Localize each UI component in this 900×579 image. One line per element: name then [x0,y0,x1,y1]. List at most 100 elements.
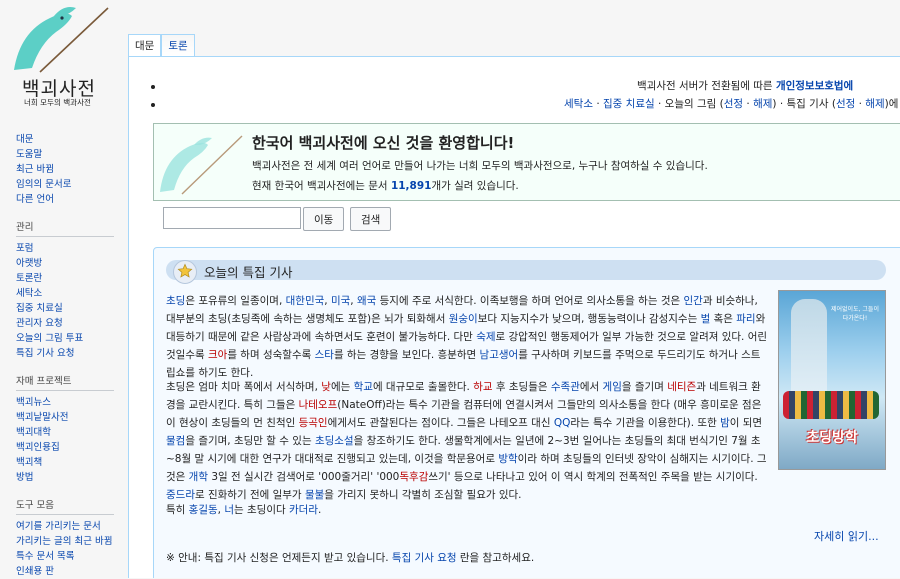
search-input[interactable] [163,207,301,229]
sidebar-item-related-changes[interactable]: 가리키는 글의 최근 바뀜 [16,534,116,549]
sidebar-item-admin-request[interactable]: 관리자 요청 [16,316,116,331]
sidebar-section-admin: 관리 포럼 아랫방 토론란 세탁소 집중 치료실 관리자 요청 오늘의 그림 투… [8,207,128,361]
text-run: 후 초딩들은 [492,381,551,393]
text-run: · [855,98,866,110]
tab-main-page[interactable]: 대문 [128,34,162,56]
site-notice-text: 백괴사전 서버가 전환됨에 따른 [637,80,776,92]
sidebar-item-main-page[interactable]: 대문 [16,132,116,147]
text-run: 로 진화하기 전에 일부가 [194,489,305,501]
search-button[interactable]: 검색 [350,207,392,231]
text-run: 혹은 [710,313,737,325]
site-notice-line1: 백괴사전 서버가 전환됨에 따른 개인정보보호법에 [637,78,853,93]
article-link[interactable]: 너 [224,504,234,516]
sidebar-item-special-pages[interactable]: 특수 문서 목록 [16,549,116,564]
article-link[interactable]: 개학 [189,471,208,483]
sidebar-section-tools: 도구 모음 여기를 가리키는 문서 가리키는 글의 최근 바뀜 특수 문서 목록… [8,485,128,579]
missing-article-link[interactable]: 네티즌 [667,381,696,393]
featured-notice: ※ 안내: 특집 기사 신청은 언제든지 받고 있습니다. 특집 기사 요청 란… [166,550,534,565]
sidebar-item-howto[interactable]: 방법 [16,470,116,485]
text-run: 을 즐기며, 초딩만 할 수 있는 [185,435,315,447]
article-link[interactable]: 원숭이 [449,313,478,325]
missing-article-link[interactable]: 낮 [321,381,331,393]
movie-poster-image[interactable]: 제어없이도, 그들이 다가온다! 초딩방학 [778,290,886,470]
article-link[interactable]: 해제 [753,98,772,110]
article-link[interactable]: 집중 치료실 [603,98,655,110]
site-logo[interactable]: 백괴사전 너희 모두의 백과사전 [0,0,128,122]
privacy-law-link[interactable]: 개인정보보호법에 [776,80,853,92]
article-link[interactable]: 홍길동 [189,504,218,516]
text-run: ) · 특집 기사 ( [772,98,836,110]
article-link[interactable]: 수족관 [551,381,580,393]
content-area: 백괴사전 서버가 전환됨에 따른 개인정보보호법에 세탁소 · 집중 치료실 ·… [128,56,900,578]
article-link[interactable]: 선정 [724,98,743,110]
article-link[interactable]: 초딩 [166,295,185,307]
text-run: )에 참 [884,98,900,110]
featured-paragraph-2: 초딩은 엄마 치마 폭에서 서식하며, 낮에는 학교에 대규모로 출몰한다. 하… [166,378,770,504]
missing-article-link[interactable]: 하교 [473,381,492,393]
sidebar-item-discussion[interactable]: 토론란 [16,271,116,286]
sidebar-item-featured-request[interactable]: 특집 기사 요청 [16,346,116,361]
sidebar-item-dictionary[interactable]: 백괴낱말사전 [16,410,116,425]
text-run: 을 가리지 못하니 각별히 조심할 필요가 있다. [324,489,522,501]
article-link[interactable]: 숙제 [476,331,495,343]
text-run: 라는 특수 기관을 이용한다). 또한 [570,417,721,429]
sidebar-item-news[interactable]: 백괴뉴스 [16,395,116,410]
article-link[interactable]: 해제 [865,98,884,110]
missing-article-link[interactable]: 나테오프 [299,399,338,411]
article-count-line: 현재 한국어 백괴사전에는 문서 11,891개가 실려 있습니다. [252,178,519,193]
article-link[interactable]: 인간 [684,295,703,307]
article-link[interactable]: 남고생어 [480,349,519,361]
missing-article-link[interactable]: 크아 [208,349,227,361]
article-link[interactable]: 대한민국 [286,295,325,307]
sidebar-navigation: 대문 도움말 최근 바뀜 임의의 문서로 다른 언어 [8,130,128,207]
missing-article-link[interactable]: 독후감 [399,471,428,483]
sidebar-item-random[interactable]: 임의의 문서로 [16,177,116,192]
sidebar-item-lounge[interactable]: 아랫방 [16,256,116,271]
sidebar-item-quotes[interactable]: 백괴인용집 [16,440,116,455]
poster-tagline: 제어없이도, 그들이 다가온다! [831,306,879,322]
text-run: · [743,98,754,110]
article-link[interactable]: 중드라 [166,489,195,501]
article-link[interactable]: QQ [554,417,571,429]
article-link[interactable]: 스타 [315,349,334,361]
sidebar-item-university[interactable]: 백괴대학 [16,425,116,440]
article-link[interactable]: 선정 [836,98,855,110]
article-link[interactable]: 물불 [305,489,324,501]
welcome-title: 한국어 백괴사전에 오신 것을 환영합니다! [252,134,515,152]
article-link[interactable]: 밤 [720,417,730,429]
bullet [151,103,155,107]
sidebar: 대문 도움말 최근 바뀜 임의의 문서로 다른 언어 관리 포럼 아랫방 토론란… [0,130,128,579]
text-run: 에 대규모로 출몰한다. [372,381,474,393]
article-link[interactable]: 카더라 [289,504,318,516]
featured-request-link[interactable]: 특집 기사 요청 [392,552,457,564]
article-link[interactable]: 물컴 [166,435,185,447]
article-link[interactable]: 파리 [736,313,755,325]
article-link[interactable]: 미국 [331,295,350,307]
article-link[interactable]: 방학 [498,453,517,465]
text-run: 쓰기' 등으로 나타나고 있어 이 역시 학계의 전폭적인 주목을 받는 시기이… [428,471,758,483]
star-icon [177,263,193,278]
tab-talk[interactable]: 토론 [161,34,195,56]
article-link[interactable]: 초딩소설 [315,435,354,447]
read-more-link[interactable]: 자세히 읽기... [814,528,879,544]
sidebar-item-laundry[interactable]: 세탁소 [16,286,116,301]
sidebar-item-picture-vote[interactable]: 오늘의 그림 투표 [16,331,116,346]
sidebar-item-books[interactable]: 백괴책 [16,455,116,470]
missing-article-link[interactable]: 등곡인 [299,417,328,429]
text-run: 를 하는 경향을 보인다. 흥분하면 [333,349,480,361]
article-count[interactable]: 11,891 [391,180,432,192]
article-link[interactable]: 벌 [701,313,711,325]
article-link[interactable]: 세탁소 [564,98,593,110]
sidebar-item-help[interactable]: 도움말 [16,147,116,162]
sidebar-item-languages[interactable]: 다른 언어 [16,192,116,207]
article-link[interactable]: 학교 [354,381,373,393]
featured-notice-tail: 란을 참고하세요. [456,552,535,564]
article-link[interactable]: 게임 [603,381,622,393]
sidebar-item-recent-changes[interactable]: 최근 바뀜 [16,162,116,177]
sidebar-item-what-links-here[interactable]: 여기를 가리키는 문서 [16,519,116,534]
go-button[interactable]: 이동 [303,207,345,231]
featured-notice-text: ※ 안내: 특집 기사 신청은 언제든지 받고 있습니다. [166,552,392,564]
article-link[interactable]: 왜국 [357,295,376,307]
sidebar-item-icu[interactable]: 집중 치료실 [16,301,116,316]
sidebar-item-forum[interactable]: 포럼 [16,241,116,256]
